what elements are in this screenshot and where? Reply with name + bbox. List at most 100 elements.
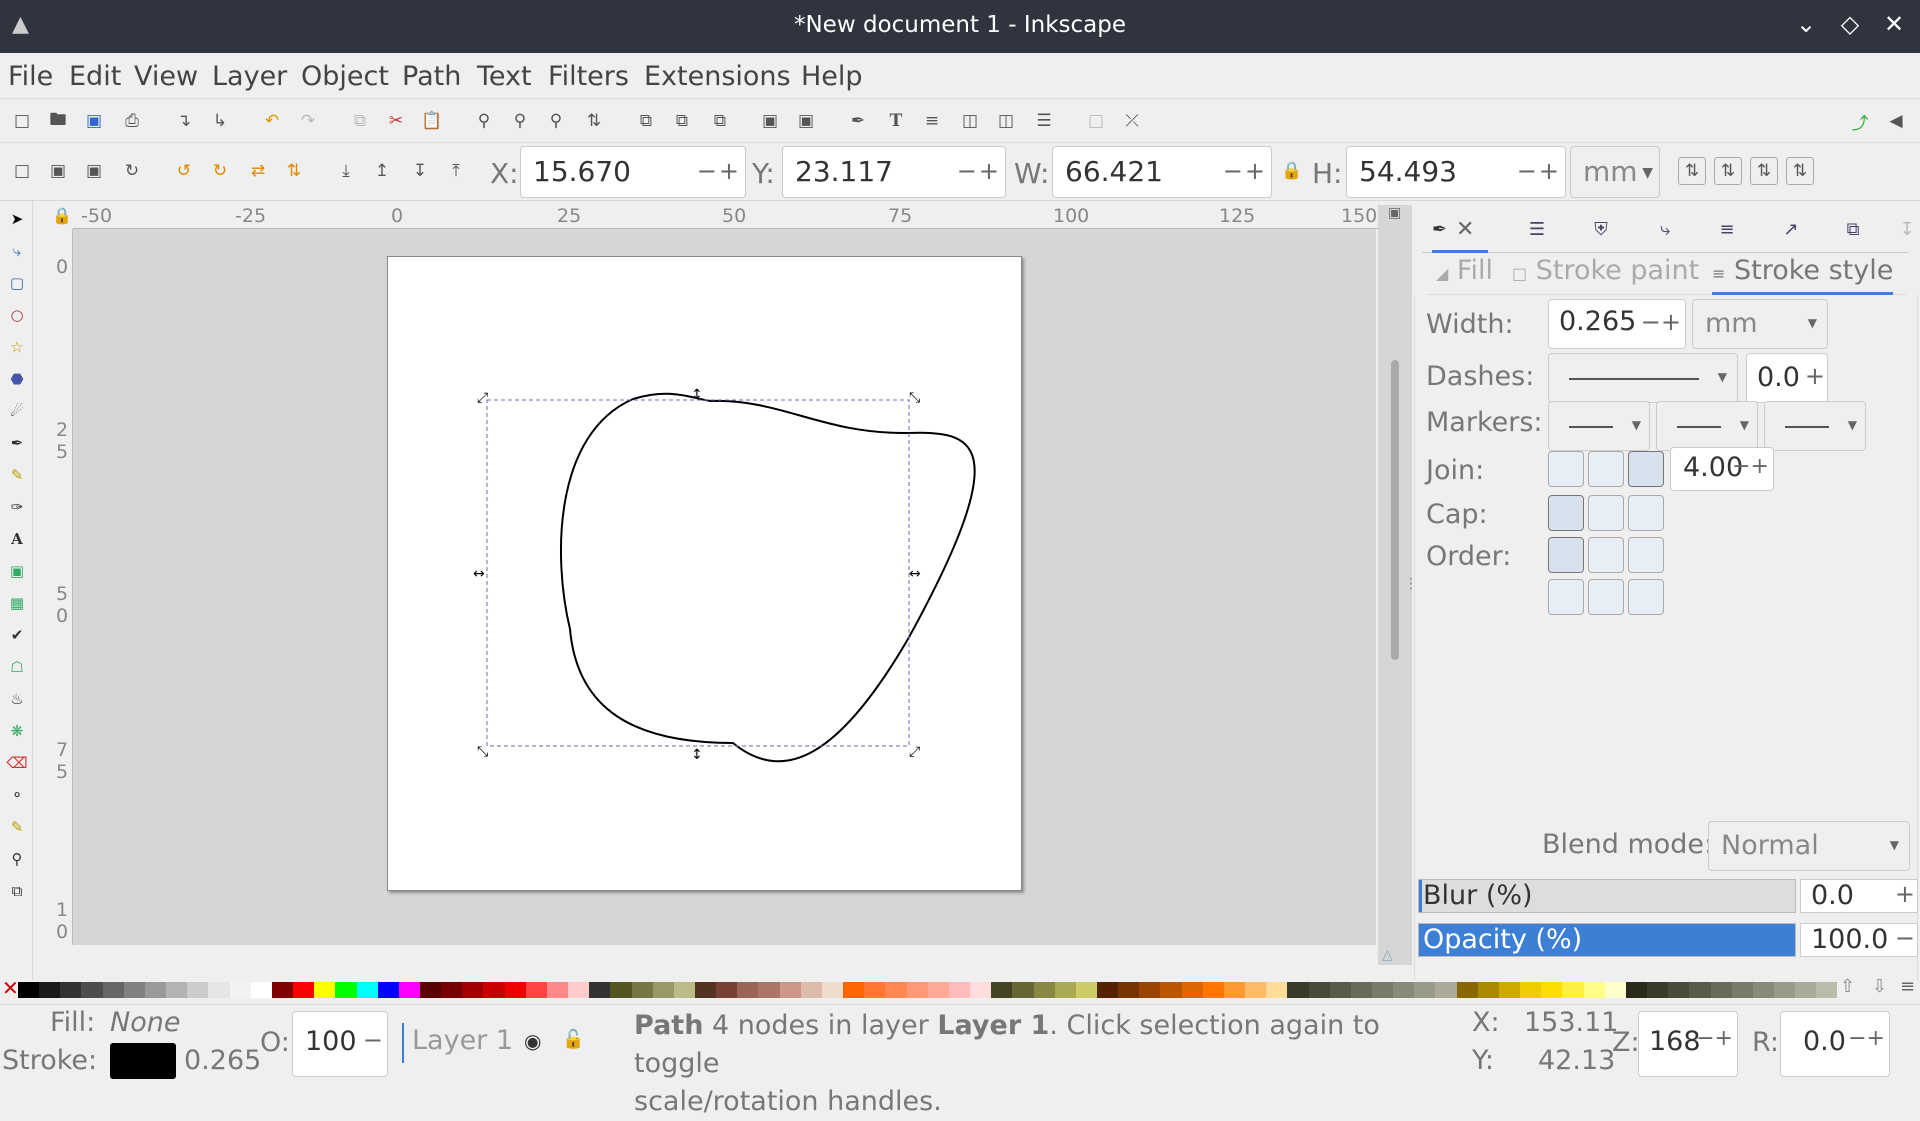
palette-swatch[interactable] [948,982,971,998]
palette-swatch[interactable] [377,982,399,998]
palette-swatch[interactable] [314,982,336,998]
stroke-unit-dropdown[interactable]: mm ▼ [1692,299,1828,349]
menu-text[interactable]: Text [477,61,532,92]
palette-swatch[interactable] [1498,982,1521,998]
group-icon[interactable]: ▣ [756,107,784,135]
h-field[interactable]: 54.493 −+ [1346,146,1566,198]
palette-swatch[interactable] [1625,982,1648,998]
stroke-color-swatch[interactable] [110,1043,176,1079]
dash-pattern-dropdown[interactable]: ▼ [1548,353,1738,403]
preferences-icon[interactable]: □ [1082,107,1110,135]
raise-icon[interactable]: ↥ [368,157,396,185]
order-markers-stroke-fill-button[interactable] [1628,579,1664,615]
menu-object[interactable]: Object [301,61,389,92]
palette-swatch[interactable] [821,982,844,998]
node-tool-icon[interactable]: ⤷ [5,239,29,263]
rotate-ccw-icon[interactable]: ↺ [170,157,198,185]
order-fill-stroke-markers-button[interactable] [1548,537,1584,573]
canvas[interactable]: ⤢ ⤡ ⤡ ⤢ ↕ ↕ ↔ ↔ [73,229,1376,945]
align-tab-icon[interactable]: ☰ [1522,219,1552,247]
order-stroke-fill-markers-button[interactable] [1588,537,1624,573]
rectangle-tool-icon[interactable]: ▢ [5,271,29,295]
import-icon[interactable]: ↴ [170,107,198,135]
fill-stroke-icon[interactable]: ✒ [844,107,872,135]
spiral-tool-icon[interactable]: ☄ [5,399,29,423]
order-markers-fill-stroke-button[interactable] [1548,579,1584,615]
palette-swatch[interactable] [1710,982,1732,998]
join-bevel-button[interactable] [1628,451,1664,487]
palette-swatch[interactable] [166,982,188,998]
dropper-tool-icon[interactable]: ✔ [5,623,29,647]
unit-dropdown[interactable]: mm ▼ [1570,146,1660,198]
palette-swatch[interactable] [779,982,801,998]
palette-swatch[interactable] [81,982,103,998]
dock-tab-fill-stroke[interactable]: ✒ ✕ [1432,213,1488,253]
mid-marker-dropdown[interactable]: ▼ [1656,401,1758,451]
palette-swatch[interactable] [39,982,61,998]
w-field[interactable]: 66.421 −+ [1052,146,1272,198]
pen-tool-icon[interactable]: ✒ [5,431,29,455]
palette-swatch[interactable] [589,982,611,998]
layers-tab-icon[interactable]: ≡ [1712,219,1742,247]
canvas-vscrollbar[interactable] [1391,360,1399,660]
palette-swatch[interactable] [1752,982,1774,998]
close-icon[interactable]: ✕ [1878,10,1910,42]
palette-swatch[interactable] [1647,982,1669,998]
palette-swatch[interactable] [1350,982,1372,998]
selector-tool-icon[interactable]: ➤ [5,207,29,231]
text-font-icon[interactable]: T [882,107,910,135]
calligraphy-tool-icon[interactable]: ✑ [5,495,29,519]
ellipse-tool-icon[interactable]: ○ [5,303,29,327]
open-icon[interactable]: 🖿 [44,107,72,135]
palette-swatch[interactable] [1520,982,1542,998]
palette-swatch[interactable] [568,982,590,998]
gradient-tool-icon[interactable]: ▣ [5,559,29,583]
menu-layer[interactable]: Layer [212,61,287,92]
palette-swatch[interactable] [1096,982,1119,998]
zoom-spin[interactable]: 168 −+ [1638,1011,1738,1077]
start-marker-dropdown[interactable]: ▼ [1548,401,1650,451]
dock-tab-close-icon[interactable]: ✕ [1456,217,1474,242]
transform-tab-icon[interactable]: ⧉ [1838,219,1868,247]
export-icon[interactable]: ↳ [206,107,234,135]
palette-swatch[interactable] [1795,982,1817,998]
palette-swatch[interactable] [398,982,420,998]
palette-swatch[interactable] [208,982,230,998]
connector-tool-icon[interactable]: ⚬ [5,783,29,807]
star-tool-icon[interactable]: ☆ [5,335,29,359]
move-patterns-icon[interactable]: ⇅ [1786,157,1814,185]
ungroup-icon[interactable]: ▣ [792,107,820,135]
lower-icon[interactable]: ↧ [406,157,434,185]
raise-top-icon[interactable]: ⤓ [332,157,360,185]
dash-offset-field[interactable]: 0.0 + [1746,353,1828,403]
palette-swatch[interactable] [970,982,992,998]
pencil-tool-icon[interactable]: ✎ [5,463,29,487]
palette-swatch[interactable] [356,982,378,998]
flip-vertical-icon[interactable]: ⇅ [280,157,308,185]
palette-swatch[interactable] [123,982,145,998]
stroke-width-indicator[interactable]: 0.265 [184,1045,261,1076]
menu-filters[interactable]: Filters [548,61,629,92]
palette-swatch[interactable] [102,982,124,998]
eraser-tool-icon[interactable]: ⌫ [5,751,29,775]
palette-swatch[interactable] [1181,982,1203,998]
palette-swatch[interactable] [483,982,505,998]
palette-swatch[interactable] [843,982,865,998]
scale-stroke-icon[interactable]: ⇅ [1678,157,1706,185]
palette-swatch[interactable] [864,982,886,998]
palette-swatch[interactable] [1372,982,1394,998]
rotate-cw-icon[interactable]: ↻ [206,157,234,185]
palette-swatch[interactable] [546,982,569,998]
paste-icon[interactable]: 📋 [418,107,446,135]
palette-swatch[interactable] [419,982,442,998]
lower-bottom-icon[interactable]: ⤒ [442,157,470,185]
redo-icon[interactable]: ↷ [294,107,322,135]
document-properties-icon[interactable]: ◫ [992,107,1020,135]
text-tool-icon[interactable]: A [5,527,29,551]
menu-help[interactable]: Help [801,61,863,92]
palette-swatch[interactable] [673,982,695,998]
tab-stroke-paint[interactable]: □ Stroke paint [1512,255,1699,291]
palette-swatch[interactable] [1604,982,1626,998]
undo-icon[interactable]: ↶ [258,107,286,135]
palette-swatch[interactable] [441,982,463,998]
